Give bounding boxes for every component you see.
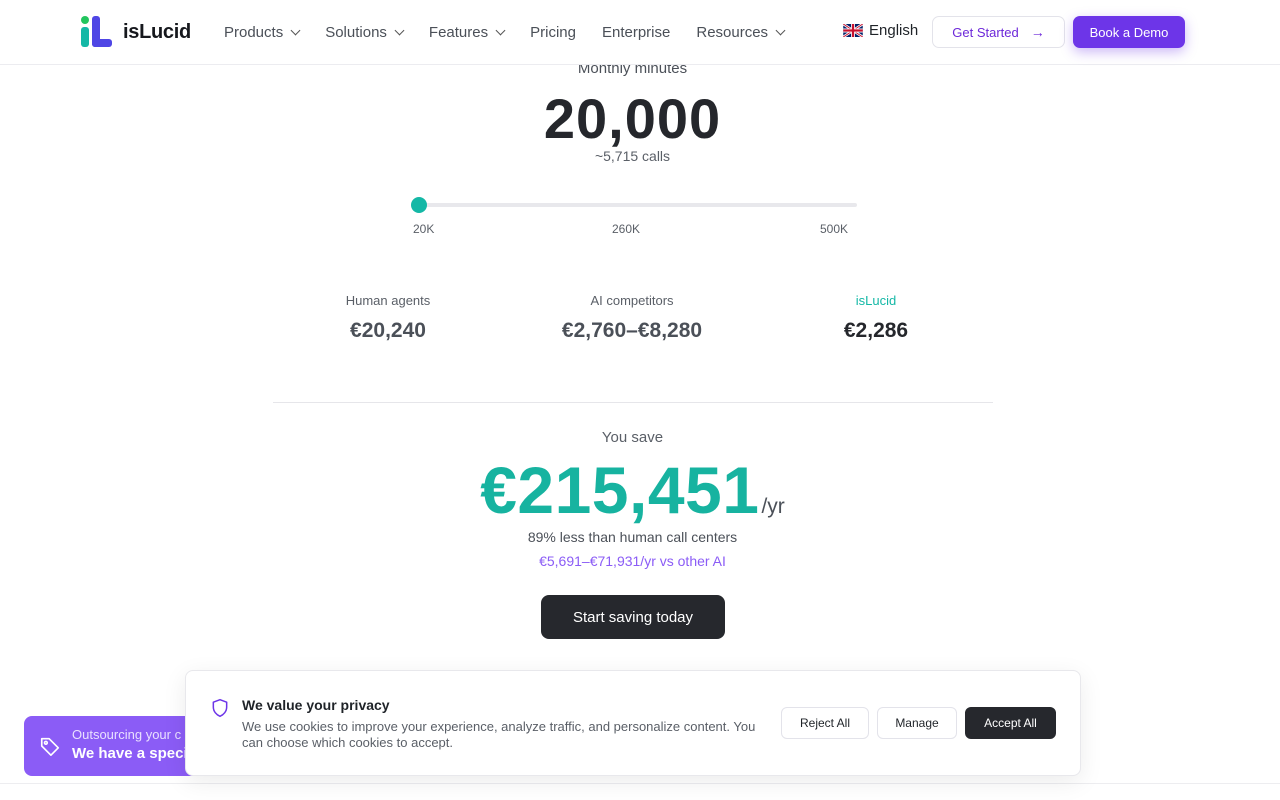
calls-estimate: ~5,715 calls <box>594 148 671 164</box>
minutes-value: 20,000 <box>543 87 722 150</box>
savings-display: €215,451 /yr <box>0 452 1265 528</box>
compare-human-agents: Human agents €20,240 <box>268 293 508 343</box>
compare-value: €2,286 <box>843 319 909 342</box>
nav-item-solutions[interactable]: Solutions <box>325 24 405 41</box>
compare-islucid: isLucid €2,286 <box>756 293 996 343</box>
brand-name: isLucid <box>123 20 191 43</box>
nav-item-products[interactable]: Products <box>224 24 301 41</box>
slider-max-label: 500K <box>820 222 849 236</box>
chevron-down-icon <box>495 25 506 36</box>
language-selector[interactable]: English <box>843 22 918 39</box>
you-save-label: You save <box>601 429 664 446</box>
tag-icon <box>40 737 60 756</box>
slider-min-label: 20K <box>413 222 435 236</box>
top-navbar: isLucid Products Solutions Features Pric… <box>0 0 1280 65</box>
compare-label: Human agents <box>345 293 431 308</box>
compare-value: €2,760–€8,280 <box>561 319 703 342</box>
nav-item-pricing[interactable]: Pricing <box>530 24 576 41</box>
promo-line2: We have a speci <box>72 745 188 762</box>
reject-all-button[interactable]: Reject All <box>781 707 869 739</box>
cookie-text: We use cookies to improve your experienc… <box>242 719 756 750</box>
language-label: English <box>869 22 919 39</box>
less-than-text: 89% less than human call centers <box>527 529 738 545</box>
vs-other-ai-text: €5,691–€71,931/yr vs other AI <box>539 553 726 569</box>
cookie-title: We value your privacy <box>242 697 390 713</box>
nav-item-enterprise[interactable]: Enterprise <box>602 24 670 41</box>
compare-ai-competitors: AI competitors €2,760–€8,280 <box>512 293 752 343</box>
savings-amount: €215,451 <box>480 453 760 527</box>
nav-item-resources[interactable]: Resources <box>696 24 786 41</box>
compare-label: AI competitors <box>590 293 674 308</box>
nav-item-features[interactable]: Features <box>429 24 506 41</box>
cookie-consent-banner: We value your privacy We use cookies to … <box>185 670 1081 776</box>
get-started-button[interactable]: Get Started → <box>932 16 1065 48</box>
footer-divider <box>0 783 1280 784</box>
chevron-down-icon <box>775 25 786 36</box>
shield-icon <box>212 698 228 718</box>
arrow-right-icon: → <box>1030 24 1045 40</box>
slider-thumb[interactable] <box>411 197 427 213</box>
logo-mark-icon <box>80 16 114 48</box>
savings-period: /yr <box>761 495 785 518</box>
book-demo-button[interactable]: Book a Demo <box>1073 16 1185 48</box>
main-menu: Products Solutions Features Pricing Ente… <box>224 0 810 65</box>
promo-line1: Outsourcing your c <box>72 727 182 742</box>
compare-label: isLucid <box>855 293 897 308</box>
brand-logo[interactable]: isLucid <box>80 16 191 48</box>
section-divider <box>273 402 993 403</box>
manage-cookies-button[interactable]: Manage <box>877 707 957 739</box>
chevron-down-icon <box>290 25 301 36</box>
minutes-slider[interactable] <box>411 197 857 213</box>
slider-mid-label: 260K <box>612 222 641 236</box>
compare-value: €20,240 <box>350 319 426 342</box>
chevron-down-icon <box>394 25 405 36</box>
accept-all-button[interactable]: Accept All <box>965 707 1056 739</box>
uk-flag-icon <box>843 24 863 37</box>
start-saving-button[interactable]: Start saving today <box>541 595 725 639</box>
